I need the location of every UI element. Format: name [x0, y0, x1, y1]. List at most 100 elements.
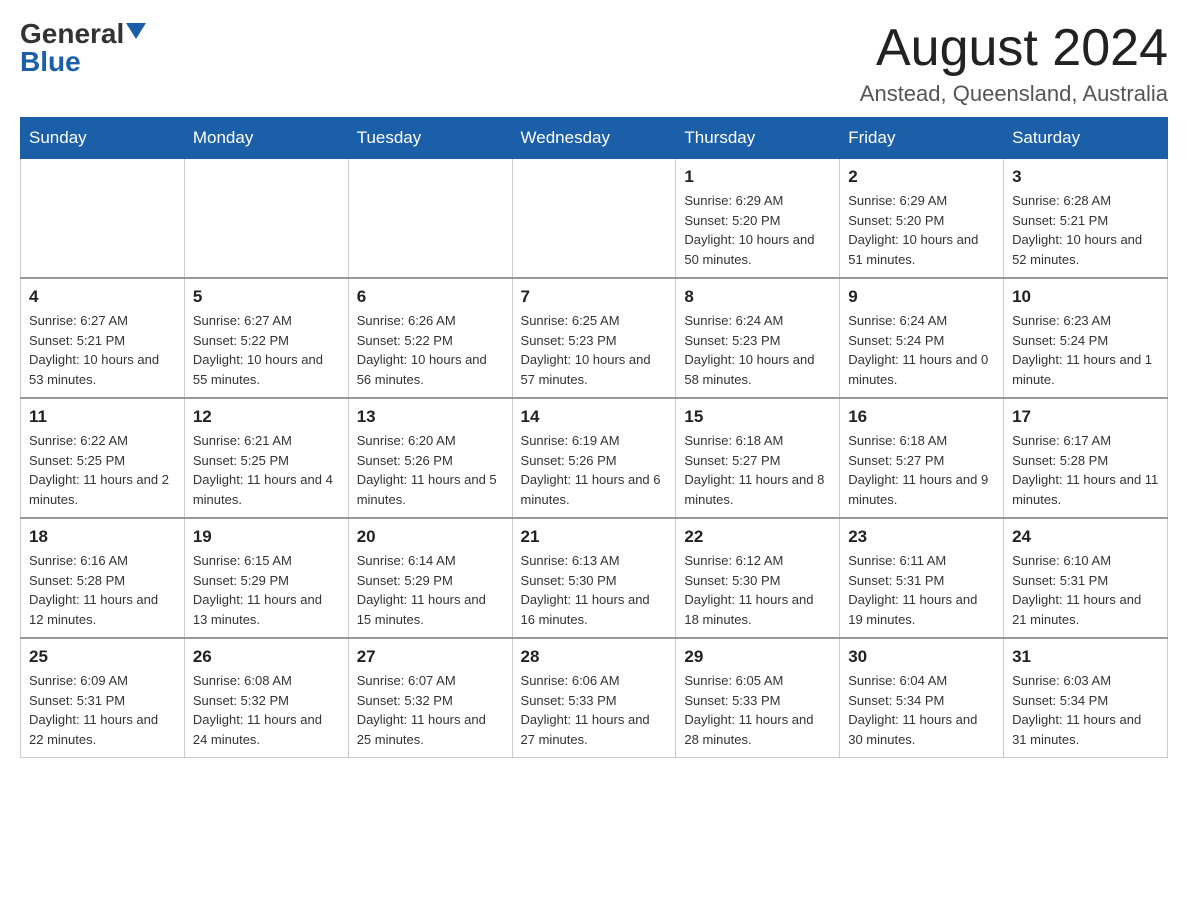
calendar-cell: 14 Sunrise: 6:19 AM Sunset: 5:26 PM Dayli…	[512, 398, 676, 518]
day-number: 7	[521, 287, 668, 307]
calendar-cell: 28Sunrise: 6:06 AM Sunset: 5:33 PM Dayli…	[512, 638, 676, 758]
week-row-2: 11 Sunrise: 6:22 AM Sunset: 5:25 PM Dayli…	[21, 398, 1168, 518]
day-info: Sunrise: 6:10 AM Sunset: 5:31 PM Dayligh…	[1012, 551, 1159, 629]
week-row-0: 1Sunrise: 6:29 AM Sunset: 5:20 PM Daylig…	[21, 159, 1168, 279]
day-info: Sunrise: 6:22 AM Sunset: 5:25 PM Dayligh…	[29, 431, 176, 509]
calendar-cell	[348, 159, 512, 279]
title-section: August 2024 Anstead, Queensland, Austral…	[860, 20, 1168, 107]
month-title: August 2024	[860, 20, 1168, 77]
calendar-cell: 21 Sunrise: 6:13 AM Sunset: 5:30 PM Dayli…	[512, 518, 676, 638]
day-info: Sunrise: 6:15 AM Sunset: 5:29 PM Dayligh…	[193, 551, 340, 629]
day-number: 10	[1012, 287, 1159, 307]
week-row-3: 18 Sunrise: 6:16 AM Sunset: 5:28 PM Dayli…	[21, 518, 1168, 638]
calendar-cell: 22 Sunrise: 6:12 AM Sunset: 5:30 PM Dayli…	[676, 518, 840, 638]
logo-triangle-icon	[126, 23, 146, 39]
day-info: Sunrise: 6:09 AM Sunset: 5:31 PM Dayligh…	[29, 671, 176, 749]
day-info: Sunrise: 6:13 AM Sunset: 5:30 PM Dayligh…	[521, 551, 668, 629]
day-number: 13	[357, 407, 504, 427]
calendar-cell: 7Sunrise: 6:25 AM Sunset: 5:23 PM Daylig…	[512, 278, 676, 398]
logo-blue-text: Blue	[20, 48, 81, 76]
calendar-cell: 24 Sunrise: 6:10 AM Sunset: 5:31 PM Dayli…	[1004, 518, 1168, 638]
day-info: Sunrise: 6:14 AM Sunset: 5:29 PM Dayligh…	[357, 551, 504, 629]
calendar-cell: 4Sunrise: 6:27 AM Sunset: 5:21 PM Daylig…	[21, 278, 185, 398]
day-number: 4	[29, 287, 176, 307]
day-number: 19	[193, 527, 340, 547]
day-number: 8	[684, 287, 831, 307]
calendar-cell: 1Sunrise: 6:29 AM Sunset: 5:20 PM Daylig…	[676, 159, 840, 279]
day-info: Sunrise: 6:28 AM Sunset: 5:21 PM Dayligh…	[1012, 191, 1159, 269]
day-number: 15	[684, 407, 831, 427]
day-number: 2	[848, 167, 995, 187]
calendar-cell: 30Sunrise: 6:04 AM Sunset: 5:34 PM Dayli…	[840, 638, 1004, 758]
day-number: 25	[29, 647, 176, 667]
day-number: 9	[848, 287, 995, 307]
calendar-cell: 9 Sunrise: 6:24 AM Sunset: 5:24 PM Daylig…	[840, 278, 1004, 398]
header-monday: Monday	[184, 118, 348, 159]
day-info: Sunrise: 6:27 AM Sunset: 5:22 PM Dayligh…	[193, 311, 340, 389]
day-info: Sunrise: 6:08 AM Sunset: 5:32 PM Dayligh…	[193, 671, 340, 749]
day-number: 29	[684, 647, 831, 667]
day-number: 28	[521, 647, 668, 667]
day-number: 23	[848, 527, 995, 547]
day-number: 21	[521, 527, 668, 547]
calendar-body: 1Sunrise: 6:29 AM Sunset: 5:20 PM Daylig…	[21, 159, 1168, 758]
day-number: 18	[29, 527, 176, 547]
calendar-cell	[184, 159, 348, 279]
day-number: 14	[521, 407, 668, 427]
calendar-cell: 17 Sunrise: 6:17 AM Sunset: 5:28 PM Dayli…	[1004, 398, 1168, 518]
calendar-cell: 19 Sunrise: 6:15 AM Sunset: 5:29 PM Dayli…	[184, 518, 348, 638]
day-number: 20	[357, 527, 504, 547]
day-info: Sunrise: 6:26 AM Sunset: 5:22 PM Dayligh…	[357, 311, 504, 389]
calendar-header: SundayMondayTuesdayWednesdayThursdayFrid…	[21, 118, 1168, 159]
day-number: 26	[193, 647, 340, 667]
calendar-cell: 26 Sunrise: 6:08 AM Sunset: 5:32 PM Dayli…	[184, 638, 348, 758]
day-number: 22	[684, 527, 831, 547]
day-info: Sunrise: 6:18 AM Sunset: 5:27 PM Dayligh…	[848, 431, 995, 509]
header-wednesday: Wednesday	[512, 118, 676, 159]
day-info: Sunrise: 6:17 AM Sunset: 5:28 PM Dayligh…	[1012, 431, 1159, 509]
calendar-cell: 29 Sunrise: 6:05 AM Sunset: 5:33 PM Dayli…	[676, 638, 840, 758]
day-info: Sunrise: 6:12 AM Sunset: 5:30 PM Dayligh…	[684, 551, 831, 629]
calendar-table: SundayMondayTuesdayWednesdayThursdayFrid…	[20, 117, 1168, 758]
day-number: 12	[193, 407, 340, 427]
day-info: Sunrise: 6:24 AM Sunset: 5:23 PM Dayligh…	[684, 311, 831, 389]
day-number: 31	[1012, 647, 1159, 667]
day-info: Sunrise: 6:23 AM Sunset: 5:24 PM Dayligh…	[1012, 311, 1159, 389]
header-row: SundayMondayTuesdayWednesdayThursdayFrid…	[21, 118, 1168, 159]
header-sunday: Sunday	[21, 118, 185, 159]
day-info: Sunrise: 6:29 AM Sunset: 5:20 PM Dayligh…	[848, 191, 995, 269]
day-info: Sunrise: 6:16 AM Sunset: 5:28 PM Dayligh…	[29, 551, 176, 629]
calendar-cell: 18 Sunrise: 6:16 AM Sunset: 5:28 PM Dayli…	[21, 518, 185, 638]
day-number: 3	[1012, 167, 1159, 187]
calendar-cell: 6Sunrise: 6:26 AM Sunset: 5:22 PM Daylig…	[348, 278, 512, 398]
day-info: Sunrise: 6:18 AM Sunset: 5:27 PM Dayligh…	[684, 431, 831, 509]
calendar-cell	[21, 159, 185, 279]
day-number: 27	[357, 647, 504, 667]
day-number: 17	[1012, 407, 1159, 427]
calendar-cell: 15 Sunrise: 6:18 AM Sunset: 5:27 PM Dayli…	[676, 398, 840, 518]
week-row-4: 25 Sunrise: 6:09 AM Sunset: 5:31 PM Dayli…	[21, 638, 1168, 758]
logo: General Blue	[20, 20, 146, 76]
day-info: Sunrise: 6:05 AM Sunset: 5:33 PM Dayligh…	[684, 671, 831, 749]
calendar-cell: 31 Sunrise: 6:03 AM Sunset: 5:34 PM Dayli…	[1004, 638, 1168, 758]
calendar-cell: 20 Sunrise: 6:14 AM Sunset: 5:29 PM Dayli…	[348, 518, 512, 638]
header-tuesday: Tuesday	[348, 118, 512, 159]
day-info: Sunrise: 6:03 AM Sunset: 5:34 PM Dayligh…	[1012, 671, 1159, 749]
day-info: Sunrise: 6:29 AM Sunset: 5:20 PM Dayligh…	[684, 191, 831, 269]
calendar-cell: 8 Sunrise: 6:24 AM Sunset: 5:23 PM Daylig…	[676, 278, 840, 398]
header-saturday: Saturday	[1004, 118, 1168, 159]
day-info: Sunrise: 6:07 AM Sunset: 5:32 PM Dayligh…	[357, 671, 504, 749]
day-info: Sunrise: 6:24 AM Sunset: 5:24 PM Dayligh…	[848, 311, 995, 389]
day-info: Sunrise: 6:19 AM Sunset: 5:26 PM Dayligh…	[521, 431, 668, 509]
calendar-cell: 12Sunrise: 6:21 AM Sunset: 5:25 PM Dayli…	[184, 398, 348, 518]
calendar-cell: 11 Sunrise: 6:22 AM Sunset: 5:25 PM Dayli…	[21, 398, 185, 518]
day-number: 11	[29, 407, 176, 427]
day-number: 5	[193, 287, 340, 307]
calendar-cell: 23Sunrise: 6:11 AM Sunset: 5:31 PM Dayli…	[840, 518, 1004, 638]
day-info: Sunrise: 6:20 AM Sunset: 5:26 PM Dayligh…	[357, 431, 504, 509]
calendar-cell: 16Sunrise: 6:18 AM Sunset: 5:27 PM Dayli…	[840, 398, 1004, 518]
day-number: 30	[848, 647, 995, 667]
day-number: 24	[1012, 527, 1159, 547]
header-thursday: Thursday	[676, 118, 840, 159]
week-row-1: 4Sunrise: 6:27 AM Sunset: 5:21 PM Daylig…	[21, 278, 1168, 398]
